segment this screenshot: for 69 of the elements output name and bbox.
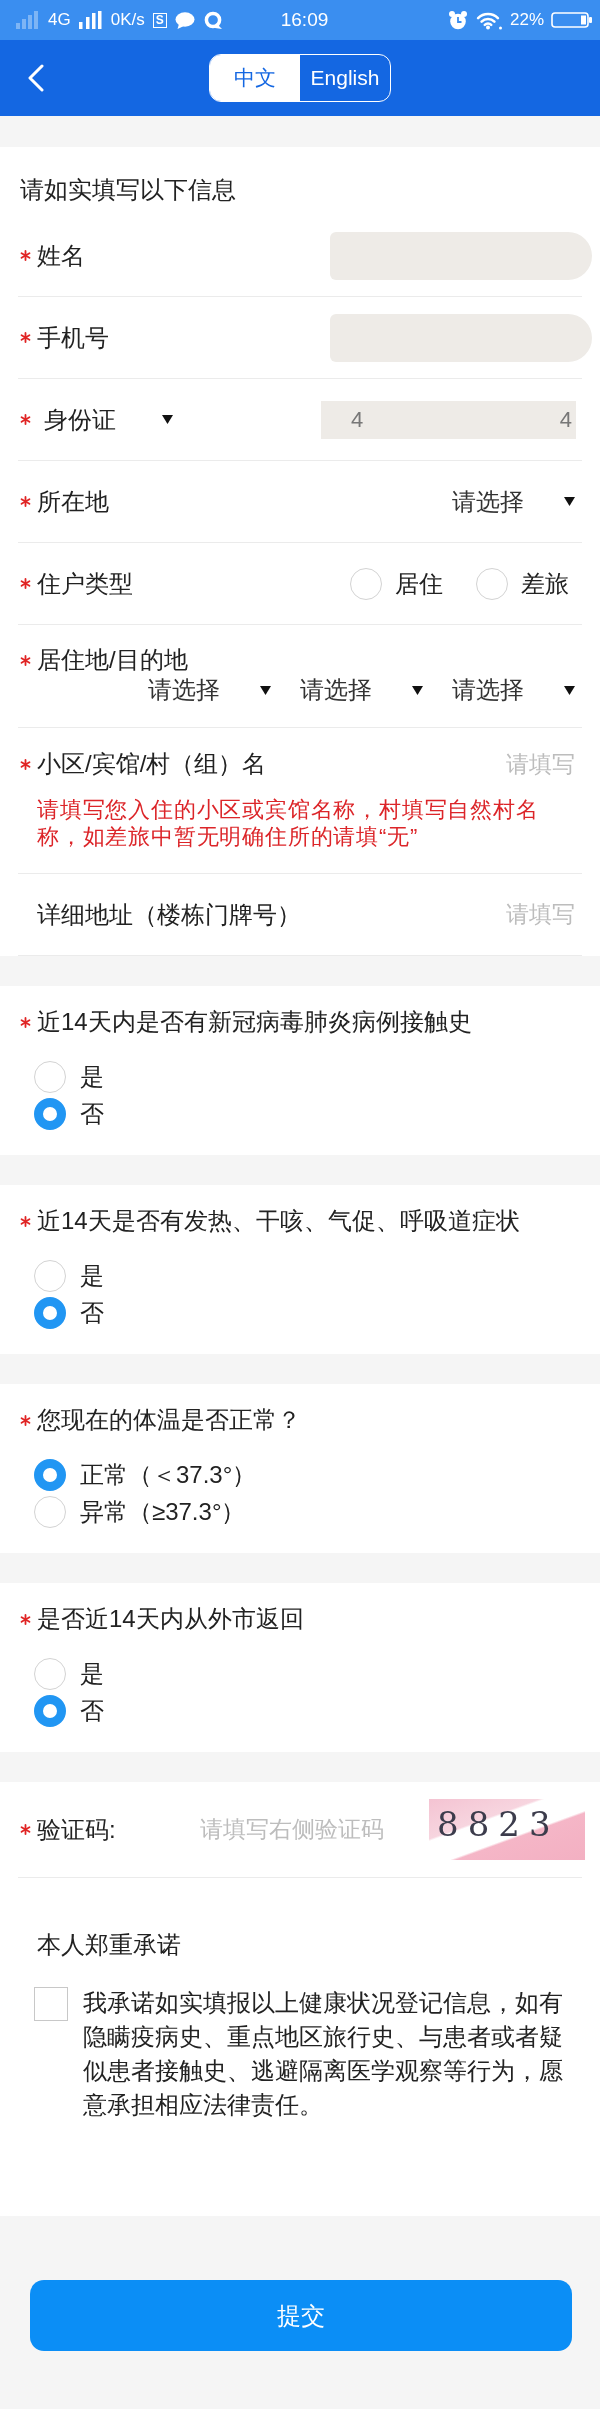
pledge-title: 本人郑重承诺 [36, 1930, 182, 1960]
option-label: 是 [80, 1061, 104, 1092]
radio-button[interactable] [34, 1657, 66, 1690]
option-label: 差旅 [521, 568, 569, 599]
value-text: 4 [559, 406, 572, 433]
field-label: 详细地址（楼栋门牌号） [37, 899, 301, 930]
question-text: 近14天内是否有新冠病毒肺炎病例接触史 [37, 1007, 472, 1037]
field-label: 手机号 [37, 322, 109, 353]
signal-icon [78, 11, 103, 29]
checkbox[interactable] [34, 1987, 68, 2021]
radio-button[interactable] [34, 1296, 66, 1329]
input-field[interactable]: 请填写右侧验证码 [115, 1814, 429, 1845]
radio-button[interactable] [350, 567, 382, 600]
dropdown-select[interactable]: 请选择 [452, 675, 582, 705]
radio-button[interactable] [34, 1495, 66, 1528]
field-label: 验证码: [37, 1814, 116, 1845]
network-type: 4G [48, 10, 71, 30]
field-label: 居住地/目的地 [37, 645, 188, 675]
language-tab[interactable]: English [300, 55, 390, 101]
radio-button[interactable] [34, 1458, 66, 1491]
caret-icon [260, 685, 271, 695]
dropdown-select[interactable]: 请选择 [300, 675, 430, 705]
caret-icon [162, 415, 173, 424]
field-label: 住户类型 [37, 568, 133, 599]
caret-icon [412, 685, 423, 695]
radio-button[interactable] [34, 1259, 66, 1292]
radio-button[interactable] [34, 1060, 66, 1093]
caret-icon [564, 685, 575, 695]
value-text: 4 [351, 406, 364, 433]
clock-time: 16:09 [280, 9, 329, 31]
wifi-icon [475, 10, 503, 30]
ring-icon [202, 10, 223, 30]
question-text: 您现在的体温是否正常？ [37, 1405, 301, 1435]
radio-button[interactable] [34, 1694, 66, 1727]
question-text: 是否近14天内从外市返回 [37, 1604, 304, 1634]
battery-percent: 22% [510, 10, 544, 30]
option-label: 否 [80, 1695, 104, 1726]
option-label: 正常（＜37.3°） [80, 1459, 257, 1490]
id-number-field[interactable]: 4 4 [321, 400, 576, 439]
input-field[interactable]: 请填写 [435, 899, 582, 930]
field-label: 姓名 [37, 240, 85, 271]
caret-icon [564, 497, 575, 506]
radio-button[interactable] [34, 1097, 66, 1130]
battery-icon [551, 11, 593, 29]
option-label: 异常（≥37.3°） [80, 1496, 246, 1527]
chat-bubble-icon [174, 11, 195, 29]
option-label: 否 [80, 1098, 104, 1129]
captcha-image[interactable]: 8823 [429, 1799, 585, 1860]
option-label: 居住 [395, 568, 443, 599]
field-label: 小区/宾馆/村（组）名 [37, 749, 267, 779]
field-label: 所在地 [37, 486, 109, 517]
option-label: 是 [80, 1658, 104, 1689]
network-speed: 0K/s [110, 10, 145, 30]
dropdown-select[interactable]: 请选择 [148, 675, 278, 705]
back-icon[interactable] [28, 64, 44, 92]
dropdown-select[interactable]: 请选择 [452, 486, 582, 517]
input-field[interactable]: 请填写 [435, 749, 582, 779]
alarm-clock-icon [448, 10, 468, 30]
question-text: 近14天是否有发热、干咳、气促、呼吸道症状 [37, 1206, 520, 1236]
id-type-select[interactable]: 身份证 [37, 404, 173, 435]
radio-button[interactable] [476, 567, 508, 600]
hint-text: 请填写您入住的小区或宾馆名称，村填写自然村名称，如差旅中暂无明确住所的请填“无” [37, 796, 540, 850]
form-intro: 请如实填写以下信息 [19, 175, 237, 205]
pledge-text: 我承诺如实填报以上健康状况登记信息，如有隐瞒疫病史、重点地区旅行史、与患者或者疑似患者接触史、逃避隔离医学观察等行为，愿意承担相应法律责任。 [83, 1988, 564, 2120]
app-badge: S [152, 12, 167, 28]
signal-icon [16, 11, 40, 29]
option-label: 否 [80, 1297, 104, 1328]
option-label: 是 [80, 1260, 104, 1291]
language-tab[interactable]: 中文 [210, 55, 300, 101]
